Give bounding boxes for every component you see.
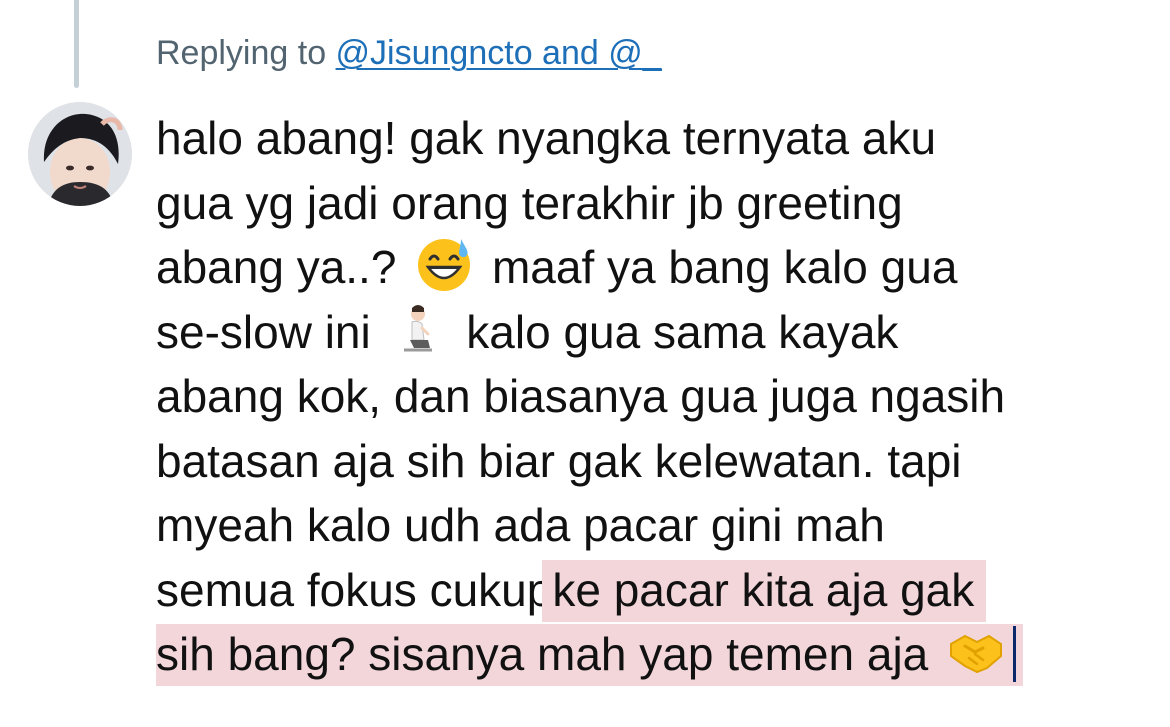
tweet-line-text: semua fokus cukup bbox=[156, 563, 553, 616]
tweet-line: myeah kalo udh ada pacar gini mah bbox=[156, 499, 885, 551]
highlighted-selection[interactable]: sih bang? sisanya mah yap temen aja bbox=[156, 624, 1024, 686]
tweet-text: halo abang! gak nyangka ternyata aku gua… bbox=[156, 106, 1156, 687]
replying-to-label: Replying to bbox=[156, 34, 336, 72]
tweet-line: sih bang? sisanya mah yap temen aja bbox=[156, 622, 1156, 687]
tweet-line-text: kalo gua sama kayak bbox=[466, 305, 899, 358]
replying-to-row: Replying to @Jisungncto and @_ bbox=[156, 30, 662, 76]
tweet-line: semua fokus cukupke pacar kita aja gak bbox=[156, 558, 1156, 623]
selected-text: sih bang? sisanya mah yap temen aja bbox=[156, 628, 929, 680]
text-selection-cursor[interactable] bbox=[1013, 626, 1017, 682]
tweet-line-text: maaf ya bang kalo gua bbox=[491, 241, 958, 293]
tweet-line: batasan aja sih biar gak kelewatan. tapi bbox=[156, 434, 962, 487]
tweet-line: abang ya..? maaf ya bang kalo gua bbox=[156, 235, 1156, 300]
selected-text: ke pacar kita aja gak bbox=[552, 563, 975, 616]
avatar-photo bbox=[28, 102, 132, 206]
person-kneeling-emoji-icon bbox=[403, 304, 432, 351]
highlighted-selection[interactable]: ke pacar kita aja gak bbox=[542, 559, 987, 622]
reply-mentions-link[interactable]: @Jisungncto and @_ bbox=[336, 34, 662, 72]
tweet-line-text: se-slow ini bbox=[156, 305, 371, 358]
tweet-line: abang kok, dan biasanya gua juga ngasih bbox=[156, 370, 1006, 422]
tweet-line-text: abang ya..? bbox=[156, 241, 397, 293]
tweet-line: se-slow ini kalo gua sama kayak bbox=[156, 300, 1156, 365]
grinning-sweat-emoji-icon bbox=[418, 239, 471, 291]
tweet-line: gua yg jadi orang terakhir jb greeting bbox=[156, 176, 903, 229]
handshake-emoji-icon bbox=[950, 634, 1003, 674]
thread-connector-line bbox=[74, 0, 79, 88]
tweet-line: halo abang! gak nyangka ternyata aku bbox=[156, 112, 937, 164]
avatar[interactable] bbox=[28, 102, 132, 206]
